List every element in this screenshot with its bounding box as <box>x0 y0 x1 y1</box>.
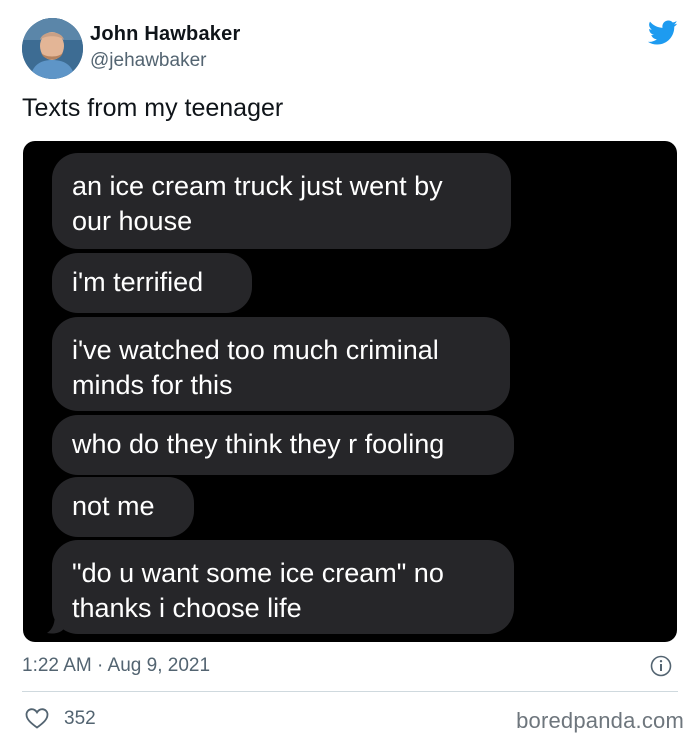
user-avatar[interactable] <box>22 18 83 79</box>
message-bubble: an ice cream truck just went by our hous… <box>52 153 511 249</box>
watermark: boredpanda.com <box>516 708 684 733</box>
message-bubble: "do u want some ice cream" no thanks i c… <box>52 540 514 634</box>
tweet-card: John Hawbaker @jehawbaker Texts from my … <box>0 0 700 746</box>
tweet-media-screenshot[interactable]: an ice cream truck just went by our hous… <box>23 141 677 642</box>
bubble-tail-icon <box>47 595 65 634</box>
twitter-bird-icon[interactable] <box>648 20 678 46</box>
tweet-header: John Hawbaker @jehawbaker <box>22 18 678 80</box>
message-bubble: who do they think they r fooling <box>52 415 514 475</box>
avatar-image <box>22 18 83 79</box>
heart-icon[interactable] <box>24 706 50 730</box>
user-display-name[interactable]: John Hawbaker <box>90 23 240 46</box>
divider <box>22 691 678 692</box>
tweet-timestamp[interactable]: 1:22 AM · Aug 9, 2021 <box>22 655 210 677</box>
info-icon[interactable] <box>650 655 672 677</box>
user-handle[interactable]: @jehawbaker <box>90 50 206 72</box>
tweet-text: Texts from my teenager <box>22 94 284 122</box>
like-count[interactable]: 352 <box>64 708 96 730</box>
message-bubble: i've watched too much criminal minds for… <box>52 317 510 411</box>
message-bubble: i'm terrified <box>52 253 252 313</box>
message-bubble: not me <box>52 477 194 537</box>
